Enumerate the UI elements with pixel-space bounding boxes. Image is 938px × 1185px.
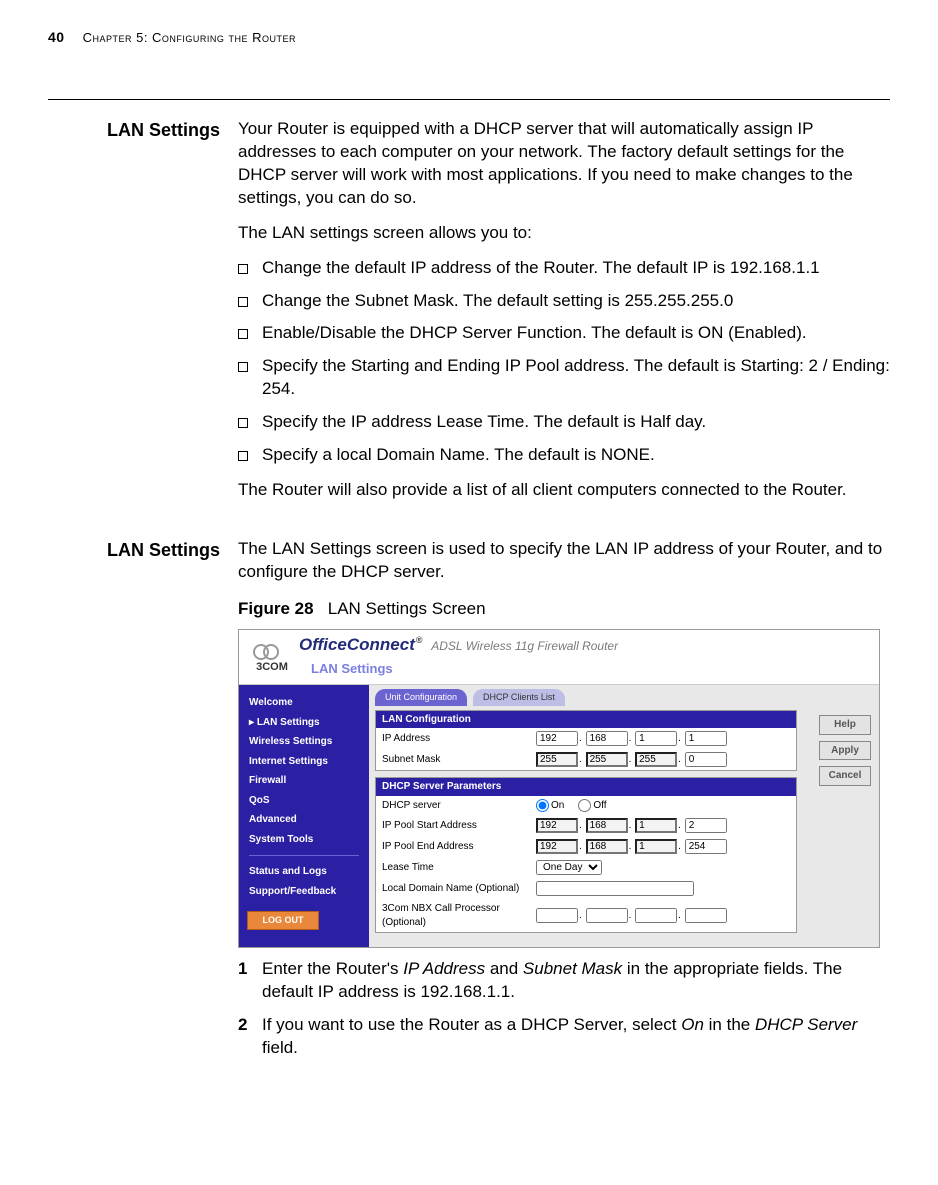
- nav-firewall[interactable]: Firewall: [239, 771, 369, 791]
- screenshot-page-title: LAN Settings: [299, 657, 618, 681]
- nav-support-feedback[interactable]: Support/Feedback: [239, 882, 369, 902]
- running-header: 40 Chapter 5: Configuring the Router: [48, 28, 890, 47]
- start-octet-3[interactable]: [635, 818, 677, 833]
- closing-paragraph: The Router will also provide a list of a…: [238, 479, 890, 502]
- screenshot-header: 3COM OfficeConnect® ADSL Wireless 11g Fi…: [239, 630, 879, 685]
- pool-start-label: IP Pool Start Address: [382, 819, 532, 833]
- figure-caption: Figure 28 LAN Settings Screen: [238, 598, 890, 621]
- nbx-octet-1[interactable]: [536, 908, 578, 923]
- mask-octet-1[interactable]: [536, 752, 578, 767]
- nbx-octet-2[interactable]: [586, 908, 628, 923]
- cancel-button[interactable]: Cancel: [819, 766, 871, 786]
- lan-config-panel-header: LAN Configuration: [376, 711, 796, 729]
- help-button[interactable]: Help: [819, 715, 871, 735]
- end-octet-4[interactable]: [685, 839, 727, 854]
- figure-title: LAN Settings Screen: [328, 599, 486, 618]
- nav-wireless-settings[interactable]: Wireless Settings: [239, 732, 369, 752]
- lan-settings-screenshot: 3COM OfficeConnect® ADSL Wireless 11g Fi…: [238, 629, 880, 948]
- dhcp-panel-header: DHCP Server Parameters: [376, 778, 796, 796]
- figure-number: Figure 28: [238, 599, 314, 618]
- tab-unit-configuration[interactable]: Unit Configuration: [375, 689, 467, 705]
- nav-lan-settings[interactable]: LAN Settings: [239, 713, 369, 733]
- chapter-label: Chapter 5: Configuring the Router: [83, 29, 296, 47]
- nbx-octet-4[interactable]: [685, 908, 727, 923]
- section-heading-lan-settings-1: LAN Settings: [48, 118, 238, 142]
- ip-octet-2[interactable]: [586, 731, 628, 746]
- local-domain-label: Local Domain Name (Optional): [382, 882, 532, 896]
- logout-button[interactable]: LOG OUT: [247, 911, 319, 929]
- step-1: Enter the Router's IP Address and Subnet…: [238, 958, 890, 1004]
- dhcp-off-radio[interactable]: [578, 799, 591, 812]
- procedure-steps: Enter the Router's IP Address and Subnet…: [238, 958, 890, 1060]
- dhcp-server-label: DHCP server: [382, 799, 532, 813]
- section2-intro: The LAN Settings screen is used to speci…: [238, 538, 890, 584]
- section-heading-lan-settings-2: LAN Settings: [48, 538, 238, 562]
- end-octet-3[interactable]: [635, 839, 677, 854]
- 3com-logo: 3COM: [247, 642, 299, 672]
- ip-octet-4[interactable]: [685, 731, 727, 746]
- dhcp-on-radio[interactable]: [536, 799, 549, 812]
- nav-welcome[interactable]: Welcome: [239, 693, 369, 713]
- list-item: Specify the IP address Lease Time. The d…: [238, 411, 890, 434]
- capabilities-list: Change the default IP address of the Rou…: [238, 257, 890, 468]
- screenshot-sidebar: Welcome LAN Settings Wireless Settings I…: [239, 685, 369, 947]
- page-number: 40: [48, 28, 65, 47]
- intro-paragraph: Your Router is equipped with a DHCP serv…: [238, 118, 890, 210]
- list-item: Change the Subnet Mask. The default sett…: [238, 290, 890, 313]
- lease-time-label: Lease Time: [382, 861, 532, 875]
- nav-advanced[interactable]: Advanced: [239, 810, 369, 830]
- ip-octet-3[interactable]: [635, 731, 677, 746]
- nav-qos[interactable]: QoS: [239, 791, 369, 811]
- list-intro: The LAN settings screen allows you to:: [238, 222, 890, 245]
- svg-text:3COM: 3COM: [256, 661, 288, 672]
- lease-time-select[interactable]: One Day: [536, 860, 602, 875]
- apply-button[interactable]: Apply: [819, 741, 871, 761]
- list-item: Enable/Disable the DHCP Server Function.…: [238, 322, 890, 345]
- nbx-label: 3Com NBX Call Processor (Optional): [382, 902, 532, 929]
- list-item: Change the default IP address of the Rou…: [238, 257, 890, 280]
- ip-octet-1[interactable]: [536, 731, 578, 746]
- list-item: Specify a local Domain Name. The default…: [238, 444, 890, 467]
- product-description: ADSL Wireless 11g Firewall Router: [431, 639, 618, 653]
- nav-system-tools[interactable]: System Tools: [239, 830, 369, 850]
- officeconnect-logo: OfficeConnect®: [299, 635, 427, 654]
- nbx-octet-3[interactable]: [635, 908, 677, 923]
- pool-end-label: IP Pool End Address: [382, 840, 532, 854]
- tab-dhcp-clients-list[interactable]: DHCP Clients List: [473, 689, 565, 705]
- start-octet-1[interactable]: [536, 818, 578, 833]
- ip-address-label: IP Address: [382, 732, 532, 746]
- end-octet-2[interactable]: [586, 839, 628, 854]
- nav-status-logs[interactable]: Status and Logs: [239, 862, 369, 882]
- start-octet-2[interactable]: [586, 818, 628, 833]
- section-rule: [48, 99, 890, 100]
- list-item: Specify the Starting and Ending IP Pool …: [238, 355, 890, 401]
- mask-octet-2[interactable]: [586, 752, 628, 767]
- end-octet-1[interactable]: [536, 839, 578, 854]
- local-domain-input[interactable]: [536, 881, 694, 896]
- mask-octet-3[interactable]: [635, 752, 677, 767]
- start-octet-4[interactable]: [685, 818, 727, 833]
- step-2: If you want to use the Router as a DHCP …: [238, 1014, 890, 1060]
- subnet-mask-label: Subnet Mask: [382, 753, 532, 767]
- nav-internet-settings[interactable]: Internet Settings: [239, 752, 369, 772]
- mask-octet-4[interactable]: [685, 752, 727, 767]
